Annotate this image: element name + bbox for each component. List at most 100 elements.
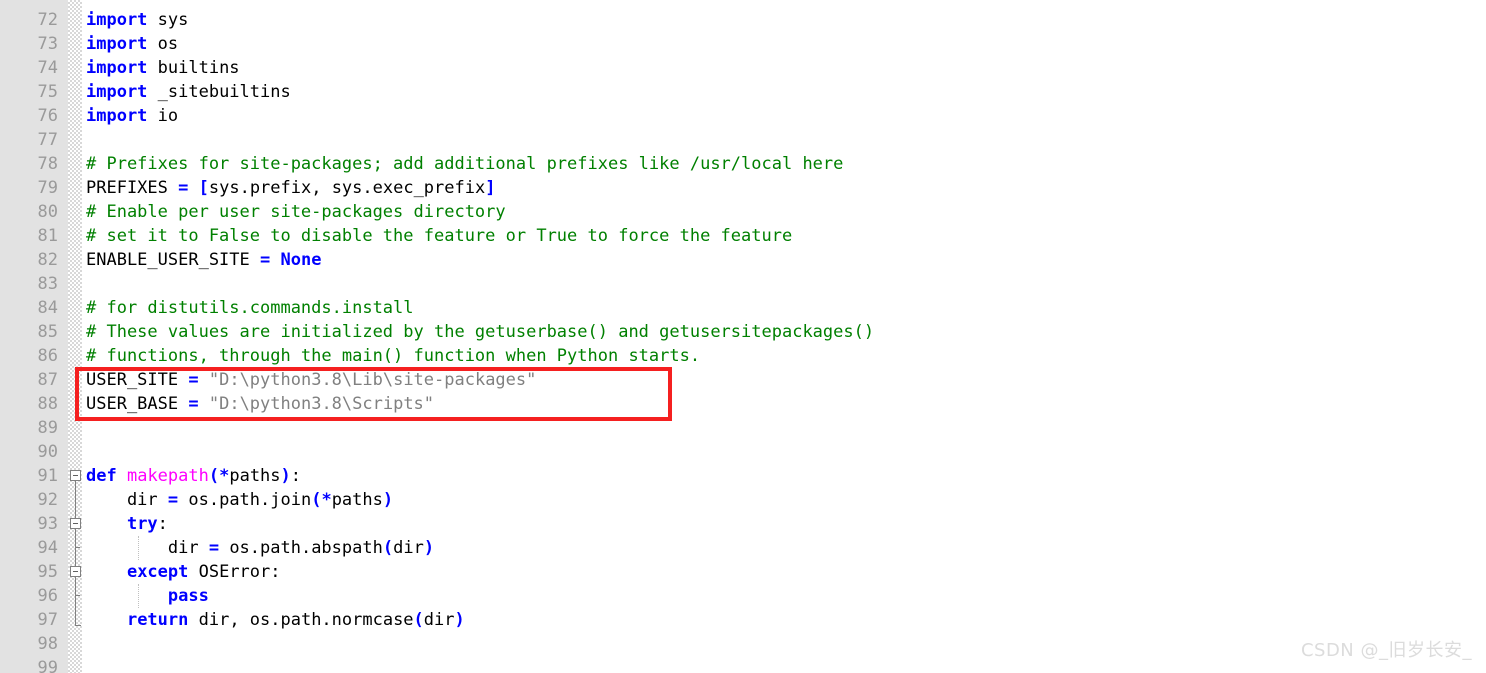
- code-text[interactable]: try:: [86, 512, 168, 536]
- code-line[interactable]: 96 pass: [0, 584, 1486, 608]
- code-text[interactable]: # These values are initialized by the ge…: [86, 320, 874, 344]
- token-kw: def: [86, 466, 117, 486]
- code-text[interactable]: # Enable per user site-packages director…: [86, 200, 506, 224]
- token-pln: os.path.abspath: [219, 538, 383, 558]
- code-text[interactable]: pass: [86, 584, 209, 608]
- token-op: ): [280, 466, 291, 486]
- code-line[interactable]: 82 ENABLE_USER_SITE = None: [0, 248, 1486, 272]
- line-number: 78: [37, 154, 58, 174]
- code-line[interactable]: 92 dir = os.path.join(*paths): [0, 488, 1486, 512]
- token-pln: ENABLE_USER_SITE: [86, 250, 260, 270]
- code-line[interactable]: 78 # Prefixes for site-packages; add addi…: [0, 152, 1486, 176]
- indent-guide: [138, 536, 140, 560]
- code-text[interactable]: def makepath(*paths):: [86, 464, 301, 488]
- code-line[interactable]: 84 # for distutils.commands.install: [0, 296, 1486, 320]
- code-text[interactable]: # for distutils.commands.install: [86, 296, 414, 320]
- code-line[interactable]: 76 import io: [0, 104, 1486, 128]
- fold-collapse-icon[interactable]: [70, 470, 81, 481]
- token-pln: paths: [229, 466, 281, 486]
- code-line[interactable]: 94 dir = os.path.abspath(dir): [0, 536, 1486, 560]
- code-line[interactable]: 72 import sys: [0, 8, 1486, 32]
- code-text[interactable]: import builtins: [86, 56, 240, 80]
- line-number: 97: [37, 610, 58, 630]
- code-line[interactable]: 93 try:: [0, 512, 1486, 536]
- code-line[interactable]: 95 except OSError:: [0, 560, 1486, 584]
- line-number: 76: [37, 106, 58, 126]
- code-text[interactable]: USER_SITE = "D:\python3.8\Lib\site-packa…: [86, 368, 536, 392]
- code-line[interactable]: 77: [0, 128, 1486, 152]
- token-pln: :: [290, 466, 302, 486]
- code-line[interactable]: 98: [0, 632, 1486, 656]
- fold-end-marker: [75, 625, 81, 626]
- code-text[interactable]: ENABLE_USER_SITE = None: [86, 248, 321, 272]
- token-op: ): [454, 610, 465, 630]
- token-pln: dir: [86, 538, 209, 558]
- code-line[interactable]: 88 USER_BASE = "D:\python3.8\Scripts": [0, 392, 1486, 416]
- token-pln: [86, 610, 127, 630]
- token-op: =: [260, 250, 271, 270]
- token-op: (*: [311, 490, 332, 510]
- code-line[interactable]: 80 # Enable per user site-packages direct…: [0, 200, 1486, 224]
- code-text[interactable]: PREFIXES = [sys.prefix, sys.exec_prefix]: [86, 176, 495, 200]
- token-str: "D:\python3.8\Lib\site-packages": [208, 370, 537, 390]
- line-number: 92: [37, 490, 58, 510]
- token-pln: sys: [147, 10, 189, 30]
- code-text[interactable]: # set it to False to disable the feature…: [86, 224, 792, 248]
- token-cmt: # These values are initialized by the ge…: [86, 322, 875, 342]
- code-line[interactable]: 73 import os: [0, 32, 1486, 56]
- token-pln: PREFIXES: [86, 178, 179, 198]
- token-pln: USER_BASE: [86, 394, 189, 414]
- code-line[interactable]: 91 def makepath(*paths):: [0, 464, 1486, 488]
- token-cmt: # for distutils.commands.install: [86, 298, 414, 318]
- code-text[interactable]: # Prefixes for site-packages; add additi…: [86, 152, 843, 176]
- token-pln: [188, 178, 198, 198]
- code-line[interactable]: 97 return dir, os.path.normcase(dir): [0, 608, 1486, 632]
- code-text[interactable]: # functions, through the main() function…: [86, 344, 700, 368]
- code-line[interactable]: 87 USER_SITE = "D:\python3.8\Lib\site-pac…: [0, 368, 1486, 392]
- token-cmt: # set it to False to disable the feature…: [86, 226, 793, 246]
- code-line[interactable]: 83: [0, 272, 1486, 296]
- token-pln: OSError:: [188, 562, 281, 582]
- token-kw: None: [280, 250, 322, 270]
- token-pln: [86, 514, 127, 534]
- token-op: ): [423, 538, 435, 558]
- code-text[interactable]: USER_BASE = "D:\python3.8\Scripts": [86, 392, 434, 416]
- fold-collapse-icon[interactable]: [70, 566, 81, 577]
- token-cmt: # functions, through the main() function…: [86, 346, 701, 366]
- code-text[interactable]: import _sitebuiltins: [86, 80, 291, 104]
- token-pln: [270, 250, 280, 270]
- token-kw: import: [86, 82, 148, 102]
- code-text[interactable]: except OSError:: [86, 560, 281, 584]
- code-line[interactable]: 75 import _sitebuiltins: [0, 80, 1486, 104]
- token-op: [: [198, 178, 209, 198]
- token-op: =: [188, 370, 199, 390]
- line-number: 82: [37, 250, 58, 270]
- code-text[interactable]: dir = os.path.join(*paths): [86, 488, 393, 512]
- code-text[interactable]: import sys: [86, 8, 188, 32]
- token-str: "D:\python3.8\Scripts": [208, 394, 435, 414]
- code-line[interactable]: 81 # set it to False to disable the featu…: [0, 224, 1486, 248]
- code-line[interactable]: 79 PREFIXES = [sys.prefix, sys.exec_prefi…: [0, 176, 1486, 200]
- line-number: 96: [37, 586, 58, 606]
- code-line[interactable]: 89: [0, 416, 1486, 440]
- token-kw: import: [86, 106, 148, 126]
- code-text[interactable]: import os: [86, 32, 178, 56]
- line-number: 84: [37, 298, 58, 318]
- code-line[interactable]: 74 import builtins: [0, 56, 1486, 80]
- token-op: (: [413, 610, 424, 630]
- code-line[interactable]: 85 # These values are initialized by the …: [0, 320, 1486, 344]
- token-cmt: # Enable per user site-packages director…: [86, 202, 506, 222]
- code-text[interactable]: return dir, os.path.normcase(dir): [86, 608, 465, 632]
- token-pln: [86, 562, 127, 582]
- code-editor[interactable]: 72 import sys 73 import os 74 import builtins…: [0, 0, 1486, 673]
- code-line[interactable]: 86 # functions, through the main() functi…: [0, 344, 1486, 368]
- code-line[interactable]: 99: [0, 656, 1486, 673]
- token-pln: :: [157, 514, 168, 534]
- code-line[interactable]: 90: [0, 440, 1486, 464]
- token-kw: return: [126, 610, 189, 630]
- fold-collapse-icon[interactable]: [70, 518, 81, 529]
- token-fn: makepath: [126, 466, 209, 486]
- line-number: 89: [37, 418, 58, 438]
- line-number: 85: [37, 322, 58, 342]
- code-text[interactable]: import io: [86, 104, 178, 128]
